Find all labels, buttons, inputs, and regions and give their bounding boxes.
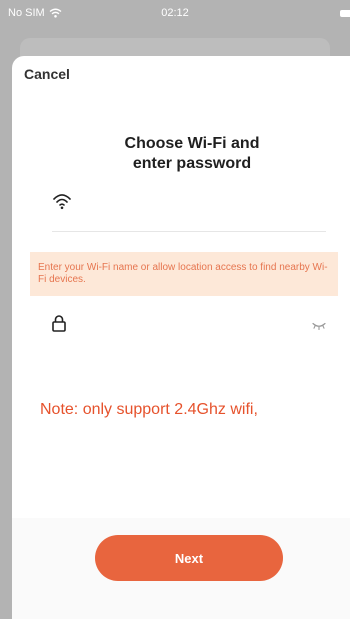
- title-line-2: enter password: [132, 155, 252, 172]
- frequency-note: Note: only support 2.4Ghz wifi,: [40, 401, 258, 418]
- eye-closed-icon[interactable]: [312, 322, 326, 330]
- password-row: [52, 314, 326, 346]
- wifi-name-row: [52, 192, 326, 232]
- battery-icon: [340, 10, 350, 17]
- status-bar: No SIM 02:12: [0, 0, 350, 30]
- location-hint-banner: Enter your Wi-Fi name or allow location …: [30, 252, 338, 296]
- password-input[interactable]: [80, 314, 296, 336]
- wifi-name-input[interactable]: [84, 192, 326, 214]
- page-title: Choose Wi-Fi and enter password: [82, 134, 302, 174]
- lock-icon: [52, 315, 66, 332]
- app-screen: No SIM 02:12 Cancel Choose Wi-Fi and ent…: [0, 0, 350, 619]
- next-button[interactable]: Next: [95, 535, 283, 581]
- modal-sheet: Cancel Choose Wi-Fi and enter password E…: [12, 56, 350, 619]
- cancel-button[interactable]: Cancel: [24, 66, 70, 82]
- wifi-icon: [53, 194, 71, 210]
- title-line-1: Choose Wi-Fi and: [124, 135, 260, 152]
- status-time: 02:12: [161, 7, 189, 19]
